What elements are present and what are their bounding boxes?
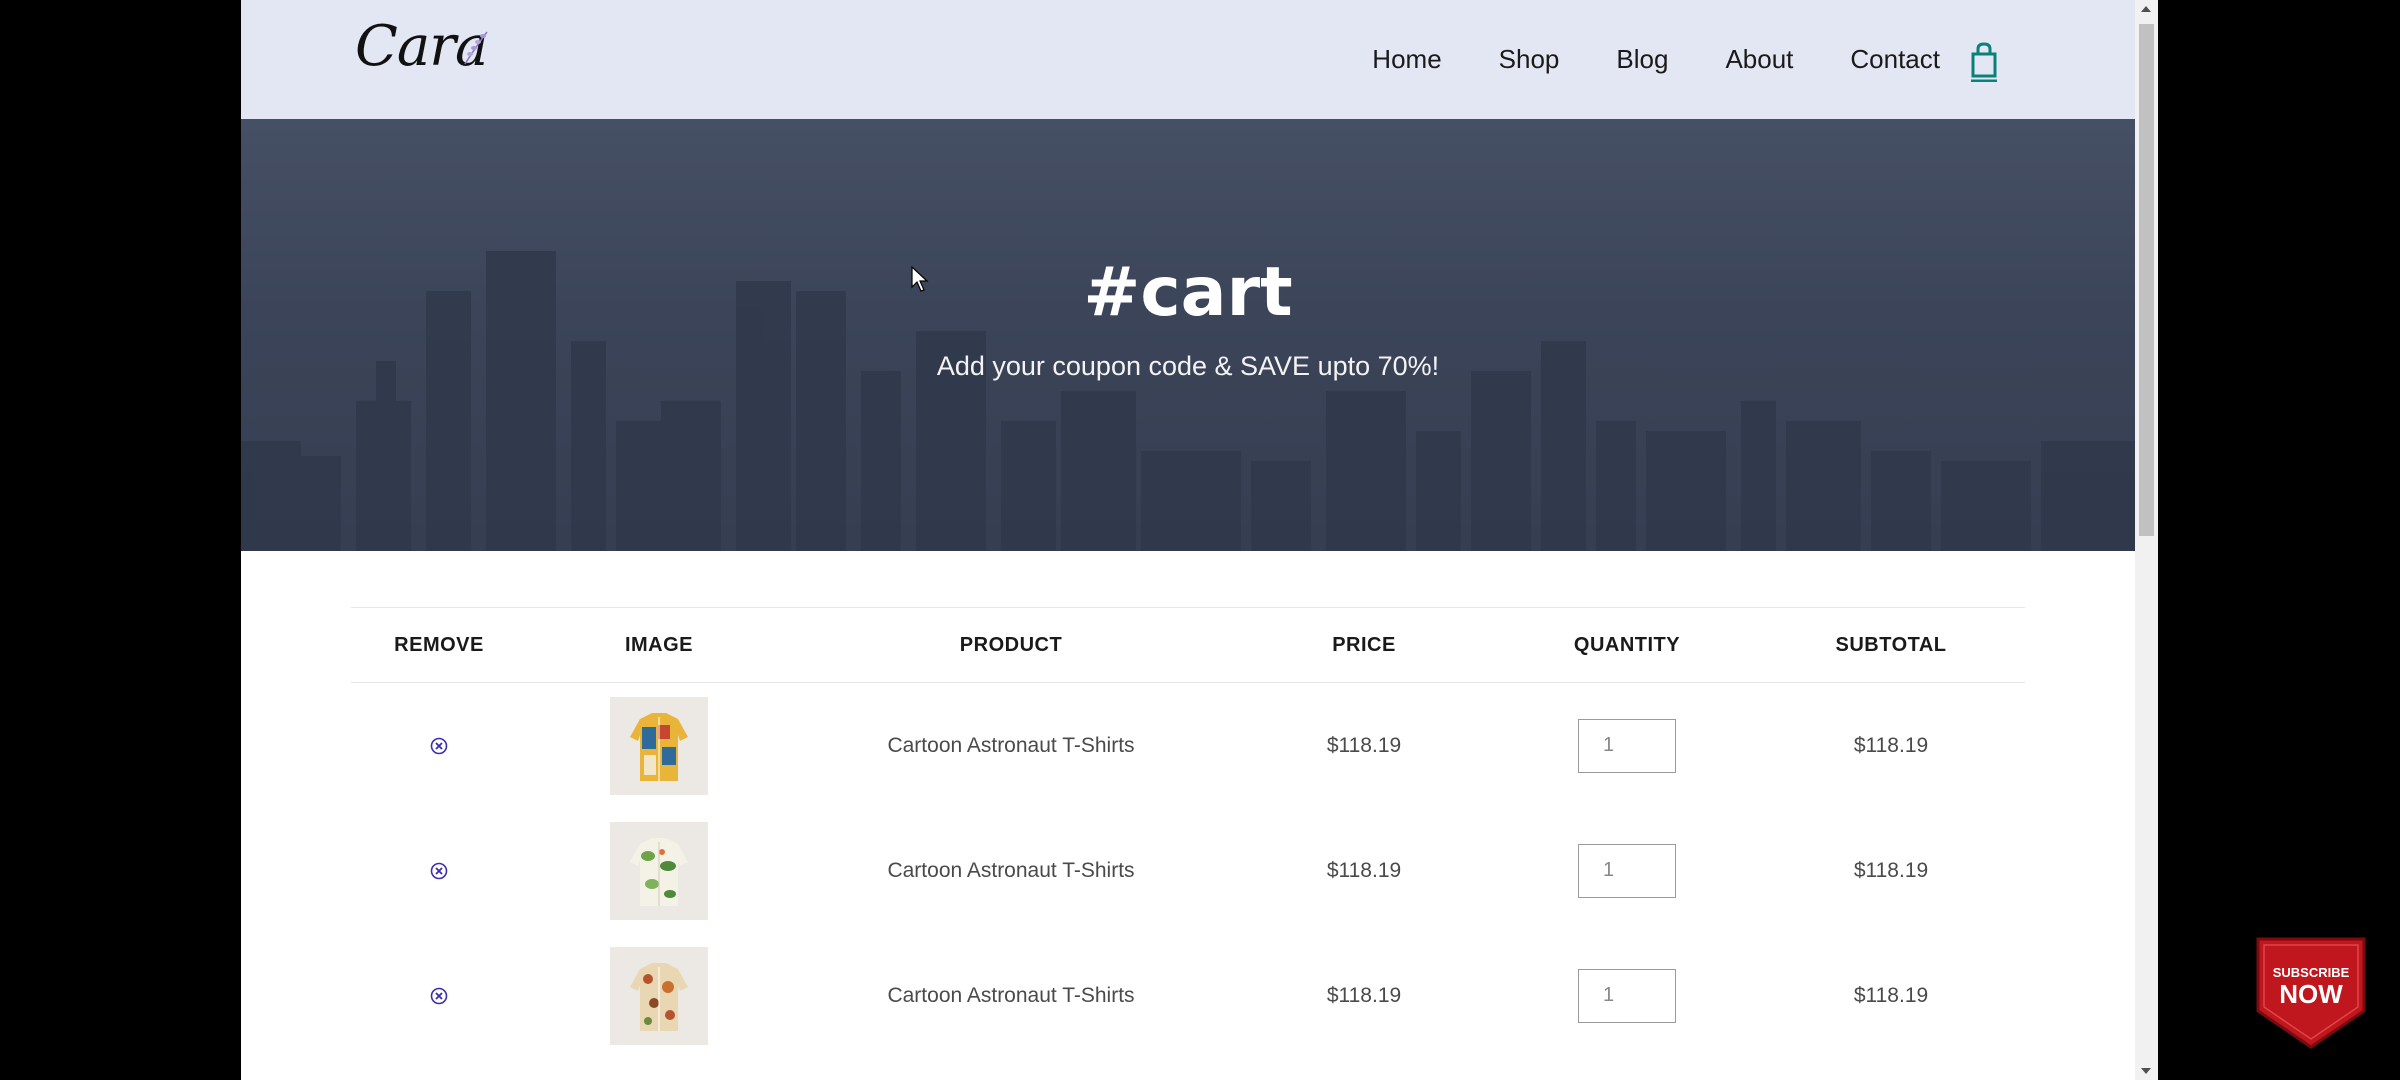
- row-subtotal: $118.19: [1853, 983, 1929, 1007]
- cart-table: REMOVE IMAGE PRODUCT PRICE QUANTITY SUBT…: [351, 607, 2025, 1058]
- product-name: Cartoon Astronaut T-Shirts: [887, 733, 1135, 757]
- table-header: REMOVE IMAGE PRODUCT PRICE QUANTITY SUBT…: [351, 607, 2025, 683]
- header-quantity: QUANTITY: [1573, 634, 1681, 656]
- quantity-cell: [1578, 683, 1676, 808]
- row-subtotal: $118.19: [1853, 733, 1929, 757]
- subscribe-now-badge[interactable]: SUBSCRIBE NOW: [2254, 935, 2368, 1051]
- mouse-cursor-icon: [911, 266, 929, 292]
- table-row: Cartoon Astronaut T-Shirts $118.19 $118.…: [351, 808, 2025, 933]
- header-image: IMAGE: [624, 634, 694, 656]
- header-product: PRODUCT: [959, 634, 1063, 656]
- header-navbar: Cara Home Shop Blog About Contact: [241, 0, 2135, 119]
- quantity-input[interactable]: [1578, 718, 1676, 773]
- cart-page: Cara Home Shop Blog About Contact #cart …: [241, 0, 2135, 1080]
- page-header-banner: #cart Add your coupon code & SAVE upto 7…: [241, 119, 2135, 551]
- remove-cell: [430, 933, 448, 1058]
- nav-blog[interactable]: Blog: [1616, 44, 1668, 75]
- remove-cell: [430, 808, 448, 933]
- product-price: $118.19: [1326, 983, 1402, 1007]
- shopping-bag-icon[interactable]: [1967, 40, 2001, 82]
- nav-home[interactable]: Home: [1372, 44, 1441, 75]
- quantity-cell: [1578, 933, 1676, 1058]
- header-remove: REMOVE: [394, 634, 484, 656]
- table-row: Cartoon Astronaut T-Shirts $118.19 $118.…: [351, 683, 2025, 808]
- row-subtotal: $118.19: [1853, 858, 1929, 882]
- page-title: #cart: [1083, 253, 1293, 332]
- scroll-thumb[interactable]: [2139, 24, 2154, 536]
- vertical-scrollbar[interactable]: [2135, 0, 2158, 1080]
- product-price: $118.19: [1326, 858, 1402, 882]
- now-label: NOW: [2279, 979, 2343, 1009]
- main-nav: Home Shop Blog About Contact: [1372, 0, 1940, 119]
- scroll-up-arrow-icon[interactable]: [2141, 6, 2151, 12]
- product-name: Cartoon Astronaut T-Shirts: [887, 983, 1135, 1007]
- product-name: Cartoon Astronaut T-Shirts: [887, 858, 1135, 882]
- header-price: PRICE: [1332, 634, 1396, 656]
- remove-cell: [430, 683, 448, 808]
- page-subtitle: Add your coupon code & SAVE upto 70%!: [936, 351, 1440, 381]
- scroll-down-arrow-icon[interactable]: [2141, 1068, 2151, 1074]
- remove-circle-icon[interactable]: [430, 862, 448, 880]
- lavender-sprig-icon: [464, 31, 488, 65]
- nav-contact[interactable]: Contact: [1850, 44, 1940, 75]
- image-cell: [610, 683, 708, 808]
- quantity-cell: [1578, 808, 1676, 933]
- quantity-input[interactable]: [1578, 968, 1676, 1023]
- subscribe-label: SUBSCRIBE: [2272, 965, 2350, 980]
- table-row: Cartoon Astronaut T-Shirts $118.19 $118.…: [351, 933, 2025, 1058]
- nav-shop[interactable]: Shop: [1499, 44, 1560, 75]
- quantity-input[interactable]: [1578, 843, 1676, 898]
- remove-circle-icon[interactable]: [430, 987, 448, 1005]
- image-cell: [610, 933, 708, 1058]
- product-price: $118.19: [1326, 733, 1402, 757]
- header-subtotal: SUBTOTAL: [1835, 634, 1947, 656]
- product-thumbnail[interactable]: [610, 696, 708, 795]
- product-thumbnail[interactable]: [610, 821, 708, 920]
- product-thumbnail[interactable]: [610, 946, 708, 1045]
- nav-about[interactable]: About: [1725, 44, 1793, 75]
- image-cell: [610, 808, 708, 933]
- remove-circle-icon[interactable]: [430, 737, 448, 755]
